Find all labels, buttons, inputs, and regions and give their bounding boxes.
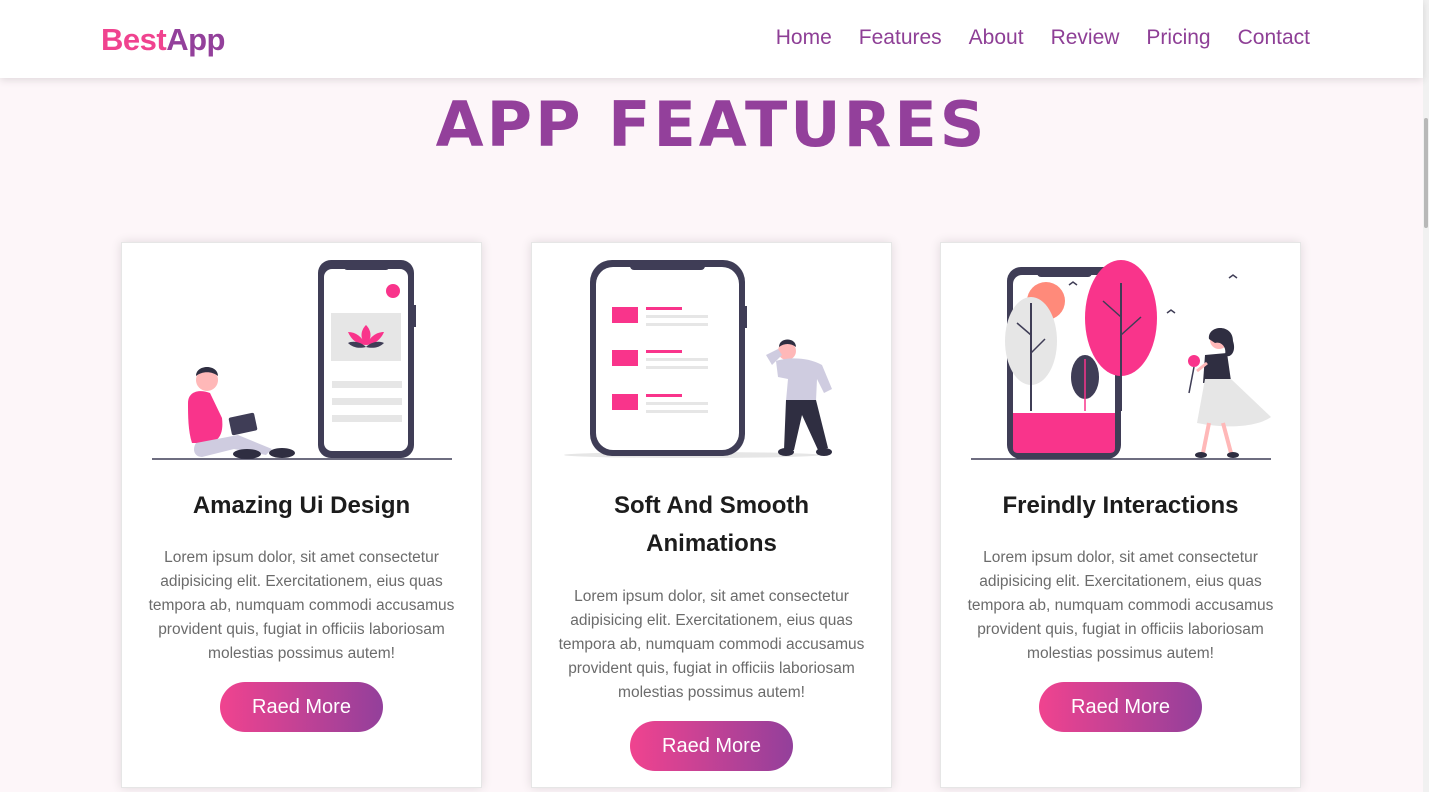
man-beside-phone-list-icon	[564, 260, 832, 458]
woman-with-flower-phone-icon	[971, 260, 1271, 460]
brand-part-2: App	[166, 22, 225, 57]
nav-link-features[interactable]: Features	[859, 26, 942, 50]
nav-link-pricing[interactable]: Pricing	[1146, 26, 1210, 50]
nav-link-about[interactable]: About	[969, 26, 1024, 50]
read-more-button[interactable]: Raed More	[630, 721, 793, 771]
read-more-button[interactable]: Raed More	[220, 682, 383, 732]
feature-card-3: Freindly Interactions Lorem ipsum dolor,…	[940, 242, 1301, 788]
card-title: Soft And Smooth Animations	[613, 492, 810, 557]
section-title: APP FEATURES	[435, 88, 988, 161]
navbar: BestApp Home Features About Review Prici…	[0, 0, 1423, 78]
nav-link-home[interactable]: Home	[776, 26, 832, 50]
nav-link-contact[interactable]: Contact	[1238, 26, 1310, 50]
nav-menu: Home Features About Review Pricing Conta…	[776, 26, 1310, 50]
scrollbar-thumb[interactable]	[1424, 118, 1428, 228]
card-text: Lorem ipsum dolor, sit amet consectetur …	[558, 588, 865, 701]
page-scrollbar[interactable]	[1423, 0, 1429, 792]
read-more-button[interactable]: Raed More	[1039, 682, 1202, 732]
card-text: Lorem ipsum dolor, sit amet consectetur …	[148, 549, 455, 662]
nav-link-review[interactable]: Review	[1051, 26, 1120, 50]
feature-card-1: Amazing Ui Design Lorem ipsum dolor, sit…	[121, 242, 482, 788]
brand-logo[interactable]: BestApp	[101, 22, 225, 58]
card-title: Freindly Interactions	[1002, 492, 1239, 519]
woman-with-laptop-and-phone-icon	[152, 260, 452, 460]
brand-part-1: Best	[101, 22, 167, 57]
card-text: Lorem ipsum dolor, sit amet consectetur …	[967, 549, 1274, 662]
card-title: Amazing Ui Design	[192, 492, 411, 519]
feature-card-2: Soft And Smooth Animations Lorem ipsum d…	[531, 242, 892, 788]
